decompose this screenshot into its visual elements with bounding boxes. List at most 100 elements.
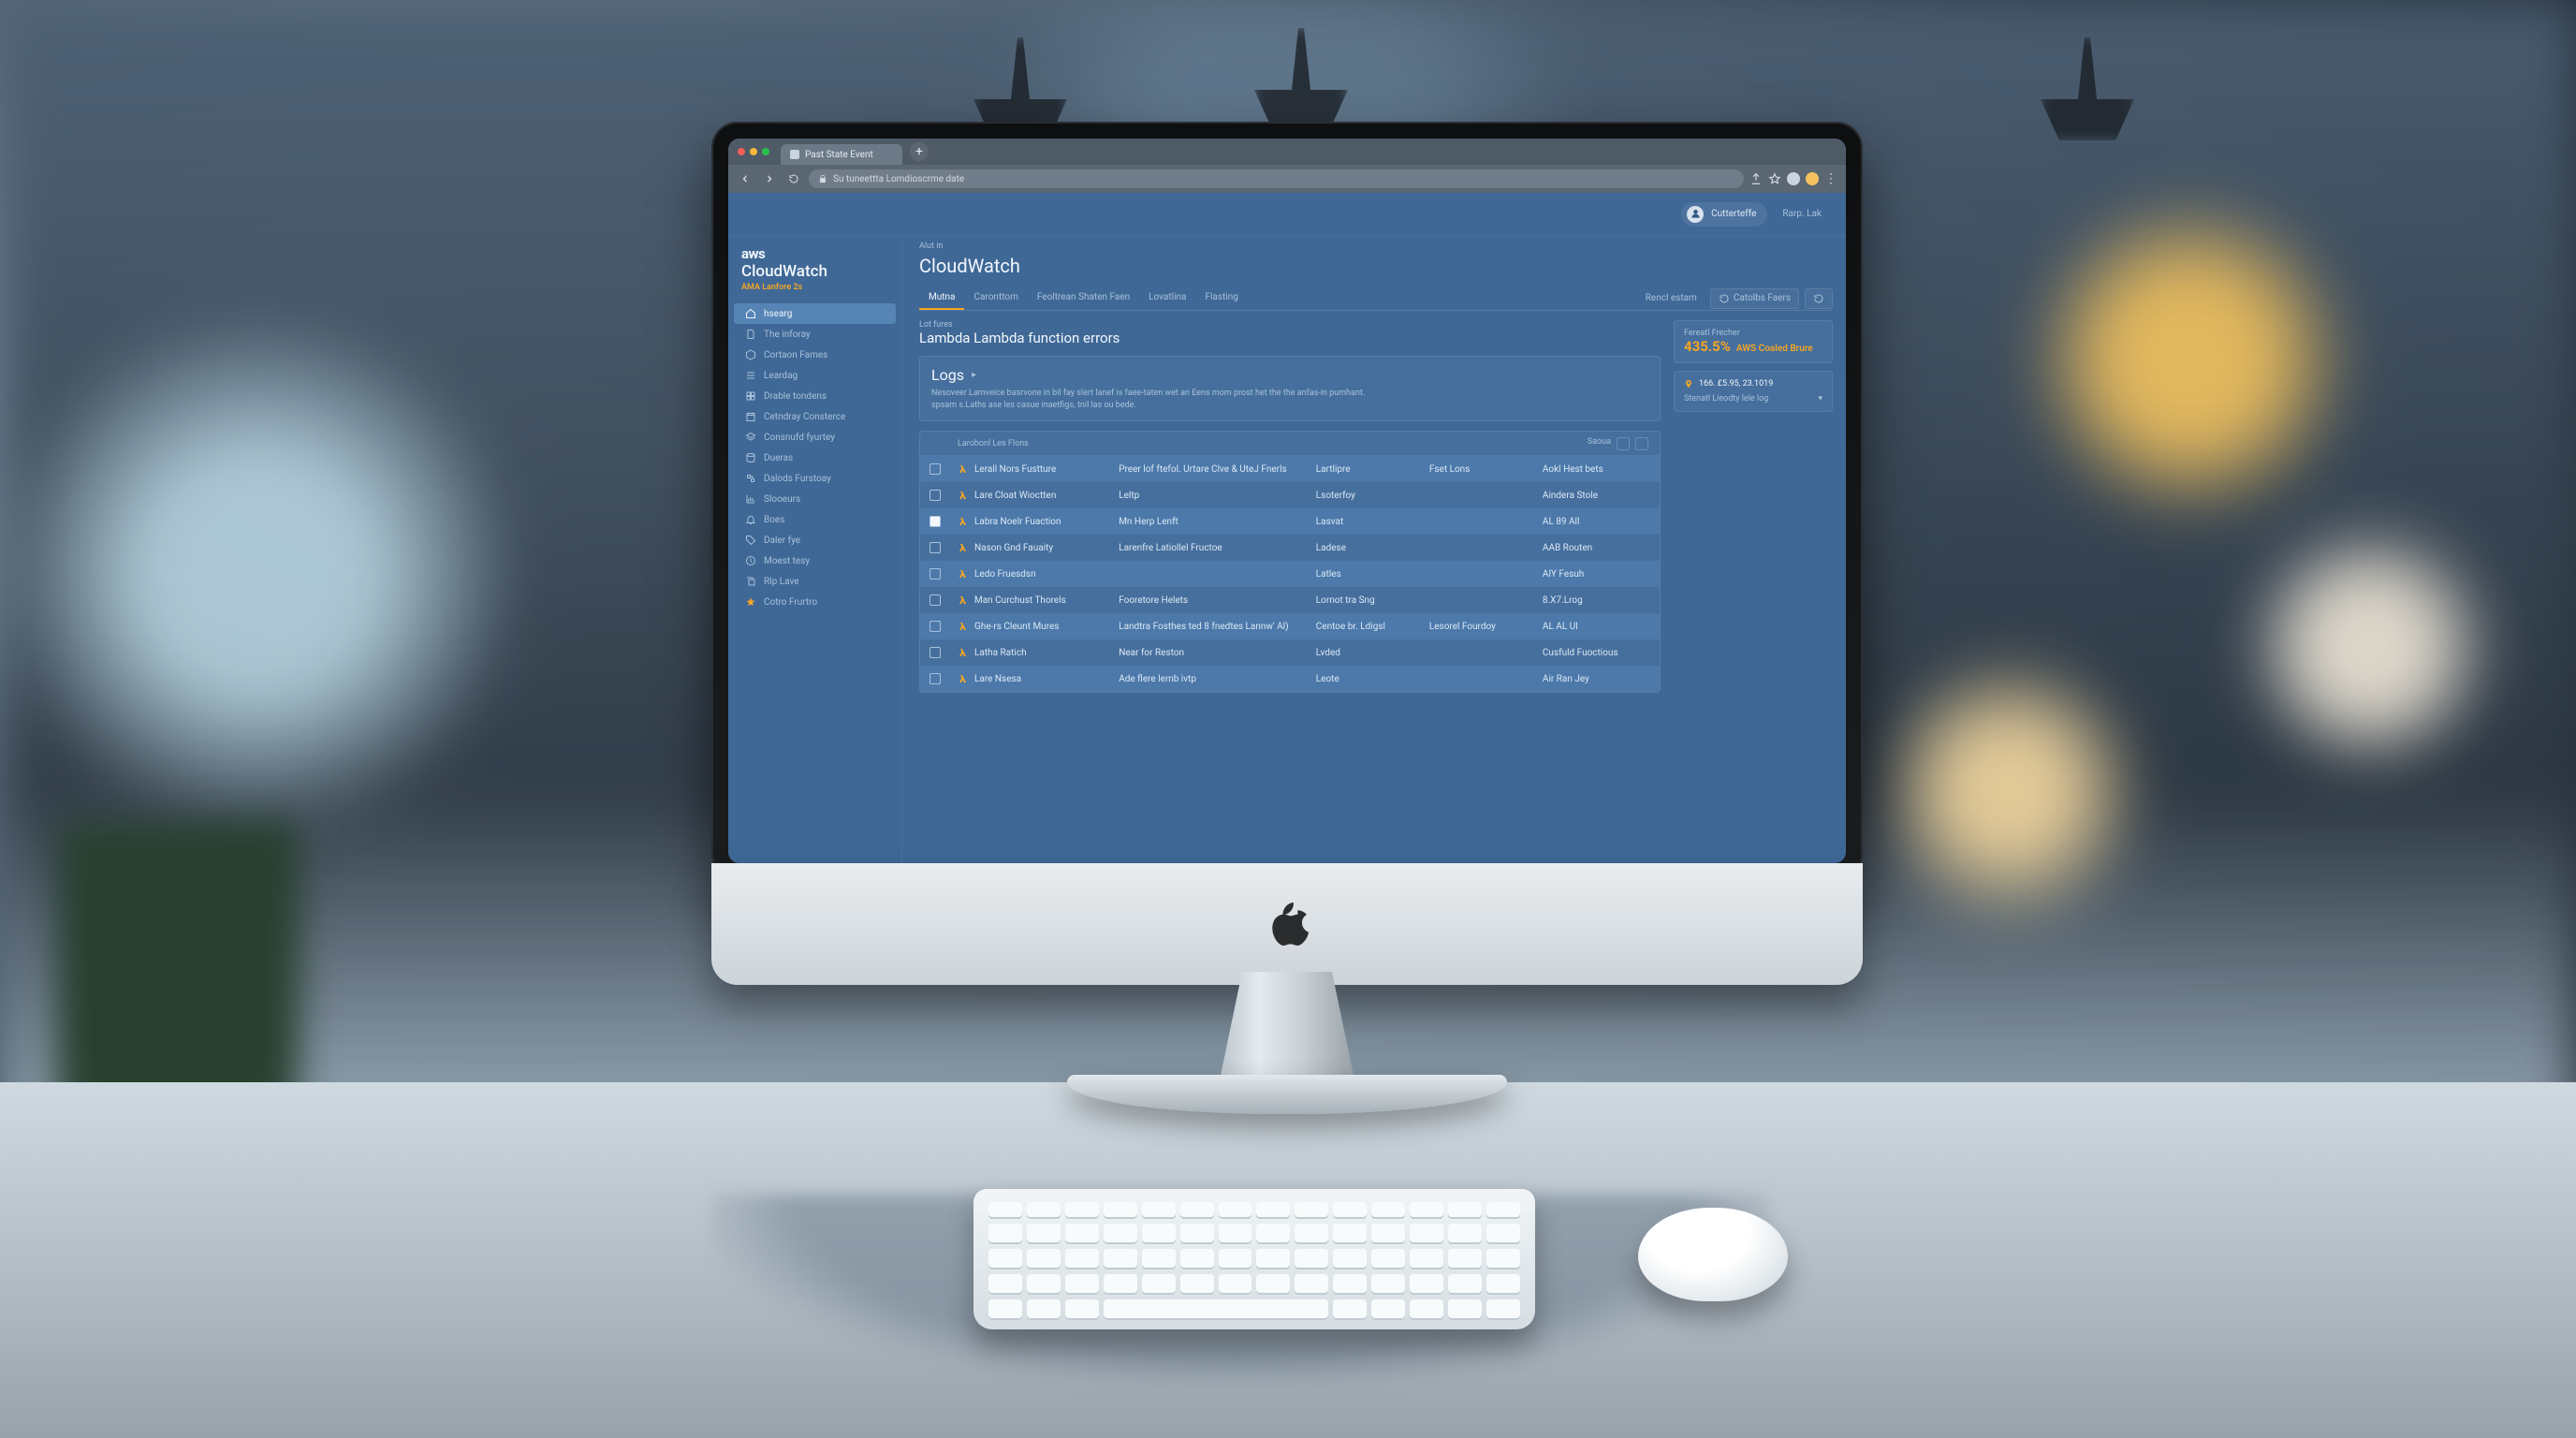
tab-caronttom[interactable]: Caronttom bbox=[964, 286, 1027, 310]
region-selector[interactable]: Rarp. Lak bbox=[1782, 209, 1822, 219]
lambda-icon bbox=[958, 673, 969, 684]
chevron-down-icon[interactable]: ▾ bbox=[1818, 394, 1822, 404]
tab-action-catolbs-faers[interactable]: Catolbs Faers bbox=[1710, 288, 1799, 309]
row-checkbox[interactable] bbox=[929, 463, 941, 475]
table-row[interactable]: Lerall Nors FustturePreer lof ftefol. Ur… bbox=[920, 456, 1660, 482]
key bbox=[1486, 1299, 1520, 1320]
app-header: Cutterteffe Rarp. Lak bbox=[728, 193, 1846, 236]
table-row[interactable]: Ledo FruesdsnLatlesAlY Fesuh bbox=[920, 561, 1660, 587]
tab-action-more[interactable] bbox=[1805, 288, 1833, 309]
breadcrumb[interactable]: Alut in bbox=[919, 242, 1833, 251]
key bbox=[1295, 1202, 1328, 1219]
tab-action-rencl-estam[interactable]: Rencl estam bbox=[1638, 289, 1705, 307]
sidebar-item-dalods-furstoay[interactable]: Dalods Furstoay bbox=[734, 468, 896, 489]
table-row[interactable]: Labra Noelr FuactionMn Herp LenftLasvatA… bbox=[920, 508, 1660, 535]
logs-heading-row[interactable]: Logs ▸ bbox=[931, 366, 1648, 384]
sidebar-item-daler-fye[interactable]: Daler fye bbox=[734, 530, 896, 550]
key bbox=[1371, 1274, 1405, 1295]
sidebar-item-slooeurs[interactable]: Slooeurs bbox=[734, 489, 896, 509]
home-icon bbox=[745, 308, 756, 319]
row-col5: Aindera Stole bbox=[1543, 491, 1650, 501]
sidebar-item-the-inforay[interactable]: The inforay bbox=[734, 324, 896, 345]
stat-value-suffix: AWS Coaled Brure bbox=[1736, 344, 1813, 354]
row-name: Nason Gnd Fauaity bbox=[974, 543, 1053, 553]
row-checkbox[interactable] bbox=[929, 594, 941, 606]
sidebar-logo[interactable]: aws CloudWatch AMA Lanfore 2s bbox=[728, 245, 901, 301]
browser-right-actions: ⋮ bbox=[1749, 171, 1838, 186]
layers-icon bbox=[745, 432, 756, 443]
row-desc: Ade flere lemb ivtp bbox=[1119, 674, 1310, 684]
sidebar-item-rlp-lave[interactable]: Rlp Lave bbox=[734, 571, 896, 592]
row-name: Lare Nsesa bbox=[974, 674, 1021, 684]
sidebar-item-consnufd-fyurtey[interactable]: Consnufd fyurtey bbox=[734, 427, 896, 448]
grid-icon bbox=[745, 390, 756, 402]
row-checkbox[interactable] bbox=[929, 621, 941, 632]
lambda-icon bbox=[958, 568, 969, 580]
tab-mutna[interactable]: Mutna bbox=[919, 286, 964, 310]
sidebar-item-cotro-frurtro[interactable]: Cotro Frurtro bbox=[734, 592, 896, 612]
sidebar-item-moest-tesy[interactable]: Moest tesy bbox=[734, 550, 896, 571]
nav-reload-button[interactable] bbox=[784, 169, 803, 188]
row-col3: Lsoterfoy bbox=[1316, 491, 1424, 501]
tab-flasting[interactable]: Flasting bbox=[1195, 286, 1247, 310]
content-right: Fereatl Frecher 435.5% AWS Coaled Brure … bbox=[1674, 320, 1833, 693]
row-checkbox[interactable] bbox=[929, 490, 941, 501]
table-row[interactable]: Lare NsesaAde flere lemb ivtpLeoteAir Ra… bbox=[920, 666, 1660, 692]
chart-icon bbox=[745, 493, 756, 505]
row-checkbox[interactable] bbox=[929, 568, 941, 580]
key bbox=[988, 1249, 1022, 1269]
key bbox=[1410, 1299, 1443, 1320]
window-close[interactable] bbox=[738, 148, 745, 155]
list-icon bbox=[745, 370, 756, 381]
table-row[interactable]: Man Curchust ThorelsFooretore HeletsLorn… bbox=[920, 587, 1660, 613]
row-col5: AlY Fesuh bbox=[1543, 569, 1650, 580]
row-checkbox[interactable] bbox=[929, 673, 941, 684]
tab-lovatlina[interactable]: Lovatlina bbox=[1139, 286, 1195, 310]
key bbox=[1104, 1274, 1137, 1295]
plus-icon: + bbox=[915, 144, 923, 159]
key bbox=[1180, 1274, 1214, 1295]
table-row[interactable]: Ghe-rs Cleunt MuresLandtra Fosthes ted 8… bbox=[920, 613, 1660, 639]
browser-toolbar: Su tuneettta Lomdioscrme date ⋮ bbox=[728, 165, 1846, 193]
key bbox=[1486, 1249, 1520, 1269]
row-checkbox[interactable] bbox=[929, 647, 941, 658]
bell-icon bbox=[745, 514, 756, 525]
sidebar-item-cortaon-fames[interactable]: Cortaon Fames bbox=[734, 345, 896, 365]
sidebar-item-drable-tondens[interactable]: Drable tondens bbox=[734, 386, 896, 406]
kebab-menu-icon[interactable]: ⋮ bbox=[1824, 171, 1838, 186]
star-icon[interactable] bbox=[1768, 172, 1781, 185]
tab-feoltrean-shaten-faen[interactable]: Feoltrean Shaten Faen bbox=[1028, 286, 1139, 310]
extension-icon[interactable] bbox=[1787, 172, 1800, 185]
table-row[interactable]: Nason Gnd FauaityLarenfre Latiollel Fruc… bbox=[920, 535, 1660, 561]
row-col3: Lornot tra Sng bbox=[1316, 595, 1424, 606]
table-settings-button[interactable] bbox=[1617, 437, 1630, 450]
table-row[interactable]: Latha RatichNear for RestonLvdedCusfuld … bbox=[920, 639, 1660, 666]
nav-forward-button[interactable] bbox=[760, 169, 779, 188]
extension-icon[interactable] bbox=[1806, 172, 1819, 185]
key bbox=[1295, 1224, 1328, 1244]
table-row[interactable]: Lare Cloat WiocttenLeltpLsoterfoyAindera… bbox=[920, 482, 1660, 508]
browser-tab[interactable]: Past State Event bbox=[781, 144, 902, 165]
keyboard bbox=[973, 1189, 1535, 1329]
url-bar[interactable]: Su tuneettta Lomdioscrme date bbox=[809, 169, 1744, 188]
window-maximize[interactable] bbox=[762, 148, 769, 155]
calendar-icon bbox=[745, 411, 756, 422]
row-col4: Fset Lons bbox=[1429, 464, 1537, 475]
new-tab-button[interactable]: + bbox=[910, 142, 929, 161]
row-checkbox[interactable] bbox=[929, 542, 941, 553]
row-checkbox[interactable] bbox=[929, 516, 941, 527]
table-expand-button[interactable] bbox=[1635, 437, 1648, 450]
sidebar-item-cetndray-consterce[interactable]: Cetndray Consterce bbox=[734, 406, 896, 427]
sidebar-item-leardag[interactable]: Leardag bbox=[734, 365, 896, 386]
sidebar-item-hsearg[interactable]: hsearg bbox=[734, 303, 896, 324]
user-chip[interactable]: Cutterteffe bbox=[1681, 202, 1767, 227]
sidebar-item-boes[interactable]: Boes bbox=[734, 509, 896, 530]
share-icon[interactable] bbox=[1749, 172, 1763, 185]
key bbox=[1065, 1224, 1099, 1244]
row-col5: AAB Routen bbox=[1543, 543, 1650, 553]
window-minimize[interactable] bbox=[750, 148, 757, 155]
key bbox=[1027, 1202, 1061, 1219]
nav-back-button[interactable] bbox=[736, 169, 754, 188]
sidebar-item-dueras[interactable]: Dueras bbox=[734, 448, 896, 468]
section-title: Lambda Lambda function errors bbox=[919, 330, 1661, 346]
